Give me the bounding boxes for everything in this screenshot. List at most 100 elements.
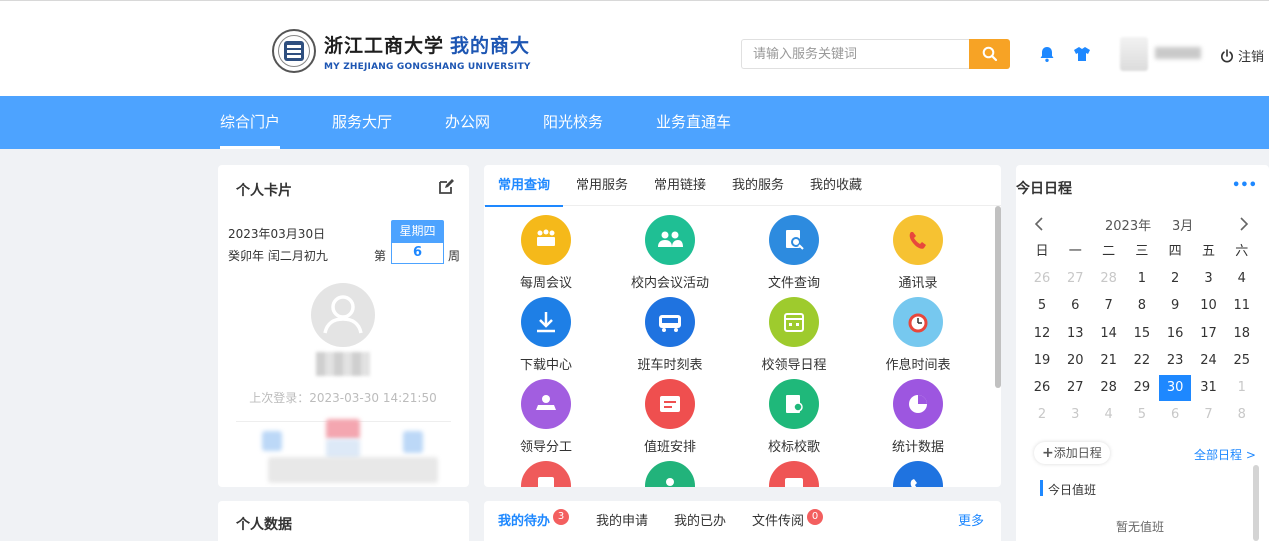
user-name[interactable]: [1155, 47, 1201, 59]
calendar-day[interactable]: 8: [1126, 293, 1158, 319]
calendar-day[interactable]: 23: [1159, 348, 1191, 374]
calendar-day[interactable]: 8: [1226, 402, 1258, 428]
tab-common-query[interactable]: 常用查询: [484, 165, 564, 207]
add-schedule-button[interactable]: +添加日程: [1034, 442, 1110, 464]
service-icon: [893, 461, 943, 487]
calendar-day[interactable]: 13: [1059, 321, 1091, 347]
calendar-day[interactable]: 20: [1059, 348, 1091, 374]
services-scrollbar[interactable]: [995, 206, 1001, 388]
calendar-day[interactable]: 18: [1226, 321, 1258, 347]
calendar-day[interactable]: 30: [1159, 375, 1192, 401]
calendar-day[interactable]: 6: [1059, 293, 1091, 319]
calendar-day[interactable]: 14: [1093, 321, 1125, 347]
shortcut-red-icon[interactable]: [326, 419, 360, 439]
service-item[interactable]: 班车时刻表: [608, 297, 732, 373]
tab-common-services[interactable]: 常用服务: [576, 165, 628, 206]
service-item[interactable]: 校标校歌: [732, 379, 856, 455]
calendar-day[interactable]: 7: [1193, 402, 1225, 428]
bell-icon[interactable]: [1038, 45, 1056, 63]
calendar-day[interactable]: 26: [1026, 266, 1058, 292]
university-logo[interactable]: 浙江工商大学 我的商大 MY ZHEJIANG GONGSHANG UNIVERS…: [272, 29, 531, 73]
calendar-day[interactable]: 29: [1126, 375, 1158, 401]
calendar-year[interactable]: 2023年: [1105, 215, 1151, 234]
calendar-day[interactable]: 4: [1226, 266, 1258, 292]
service-item[interactable]: 下载中心: [484, 297, 608, 373]
calendar-day[interactable]: 3: [1059, 402, 1091, 428]
calendar-day[interactable]: 25: [1226, 348, 1258, 374]
service-item[interactable]: 领导分工: [484, 379, 608, 455]
shirt-icon[interactable]: [1073, 45, 1091, 63]
calendar-day[interactable]: 27: [1059, 266, 1091, 292]
calendar-day[interactable]: 24: [1193, 348, 1225, 374]
calendar-day[interactable]: 5: [1126, 402, 1158, 428]
service-item[interactable]: 通讯录: [856, 215, 980, 291]
calendar-month[interactable]: 3月: [1172, 215, 1193, 234]
calendar-day[interactable]: 28: [1093, 375, 1125, 401]
calendar-day[interactable]: 9: [1159, 293, 1191, 319]
service-item[interactable]: [484, 461, 608, 487]
calendar-day[interactable]: 6: [1159, 402, 1191, 428]
service-item[interactable]: 文件查询: [732, 215, 856, 291]
service-item[interactable]: 作息时间表: [856, 297, 980, 373]
calendar-day[interactable]: 27: [1059, 375, 1091, 401]
tab-my-done[interactable]: 我的已办: [674, 501, 726, 541]
logout-button[interactable]: 注销: [1220, 46, 1264, 65]
search-button[interactable]: [969, 39, 1010, 69]
edit-icon[interactable]: [438, 178, 455, 195]
calendar-day[interactable]: 26: [1026, 375, 1058, 401]
calendar-day[interactable]: 16: [1159, 321, 1191, 347]
service-item[interactable]: 每周会议: [484, 215, 608, 291]
service-icon: [645, 461, 695, 487]
tab-my-todo[interactable]: 我的待办 3: [498, 501, 570, 541]
calendar-day[interactable]: 2: [1026, 402, 1058, 428]
calendar-day[interactable]: 22: [1126, 348, 1158, 374]
calendar-day[interactable]: 11: [1226, 293, 1258, 319]
nav-item-service-hall[interactable]: 服务大厅: [332, 96, 392, 149]
shortcut-light-icon[interactable]: [326, 439, 360, 459]
service-item[interactable]: 校领导日程: [732, 297, 856, 373]
add-schedule-label: 添加日程: [1053, 446, 1102, 460]
shortcut-blue-icon[interactable]: [262, 431, 282, 451]
service-item[interactable]: 值班安排: [608, 379, 732, 455]
calendar-day[interactable]: 4: [1093, 402, 1125, 428]
chevron-left-icon[interactable]: [1034, 217, 1044, 231]
service-item[interactable]: [856, 461, 980, 487]
calendar-day[interactable]: 3: [1193, 266, 1225, 292]
tab-my-applications[interactable]: 我的申请: [596, 501, 648, 541]
calendar-day[interactable]: 5: [1026, 293, 1058, 319]
all-schedules-link[interactable]: 全部日程 >: [1194, 446, 1256, 463]
service-item[interactable]: 统计数据: [856, 379, 980, 455]
nav-item-portal[interactable]: 综合门户: [220, 96, 281, 149]
service-item[interactable]: [732, 461, 856, 487]
shortcut-box-icon[interactable]: [403, 431, 423, 453]
calendar-day[interactable]: 7: [1093, 293, 1125, 319]
service-item[interactable]: 校内会议活动: [608, 215, 732, 291]
nav-item-business[interactable]: 业务直通车: [656, 96, 731, 149]
user-avatar[interactable]: [1120, 37, 1148, 71]
service-label: 校标校歌: [767, 440, 820, 455]
calendar-day[interactable]: 2: [1159, 266, 1191, 292]
calendar-day[interactable]: 12: [1026, 321, 1058, 347]
tab-my-favorites[interactable]: 我的收藏: [810, 165, 862, 206]
more-link[interactable]: 更多: [958, 501, 984, 541]
tab-file-circulation[interactable]: 文件传阅 0: [752, 501, 824, 541]
calendar-day[interactable]: 1: [1126, 266, 1158, 292]
calendar-day[interactable]: 10: [1193, 293, 1225, 319]
search-input[interactable]: [741, 39, 969, 69]
schedule-scrollbar[interactable]: [1253, 465, 1259, 541]
main-nav: 综合门户 服务大厅 办公网 阳光校务 业务直通车: [0, 96, 1269, 149]
nav-item-office[interactable]: 办公网: [445, 96, 490, 149]
chevron-right-icon[interactable]: [1239, 217, 1249, 231]
calendar-day[interactable]: 19: [1026, 348, 1058, 374]
service-item[interactable]: [608, 461, 732, 487]
tab-common-links[interactable]: 常用链接: [654, 165, 706, 206]
more-icon[interactable]: •••: [1232, 178, 1257, 193]
tab-my-services[interactable]: 我的服务: [732, 165, 784, 206]
calendar-day[interactable]: 21: [1093, 348, 1125, 374]
calendar-day[interactable]: 28: [1093, 266, 1125, 292]
calendar-day[interactable]: 15: [1126, 321, 1158, 347]
calendar-day[interactable]: 1: [1226, 375, 1258, 401]
nav-item-campus-affairs[interactable]: 阳光校务: [543, 96, 603, 149]
calendar-day[interactable]: 31: [1193, 375, 1225, 401]
calendar-day[interactable]: 17: [1193, 321, 1225, 347]
